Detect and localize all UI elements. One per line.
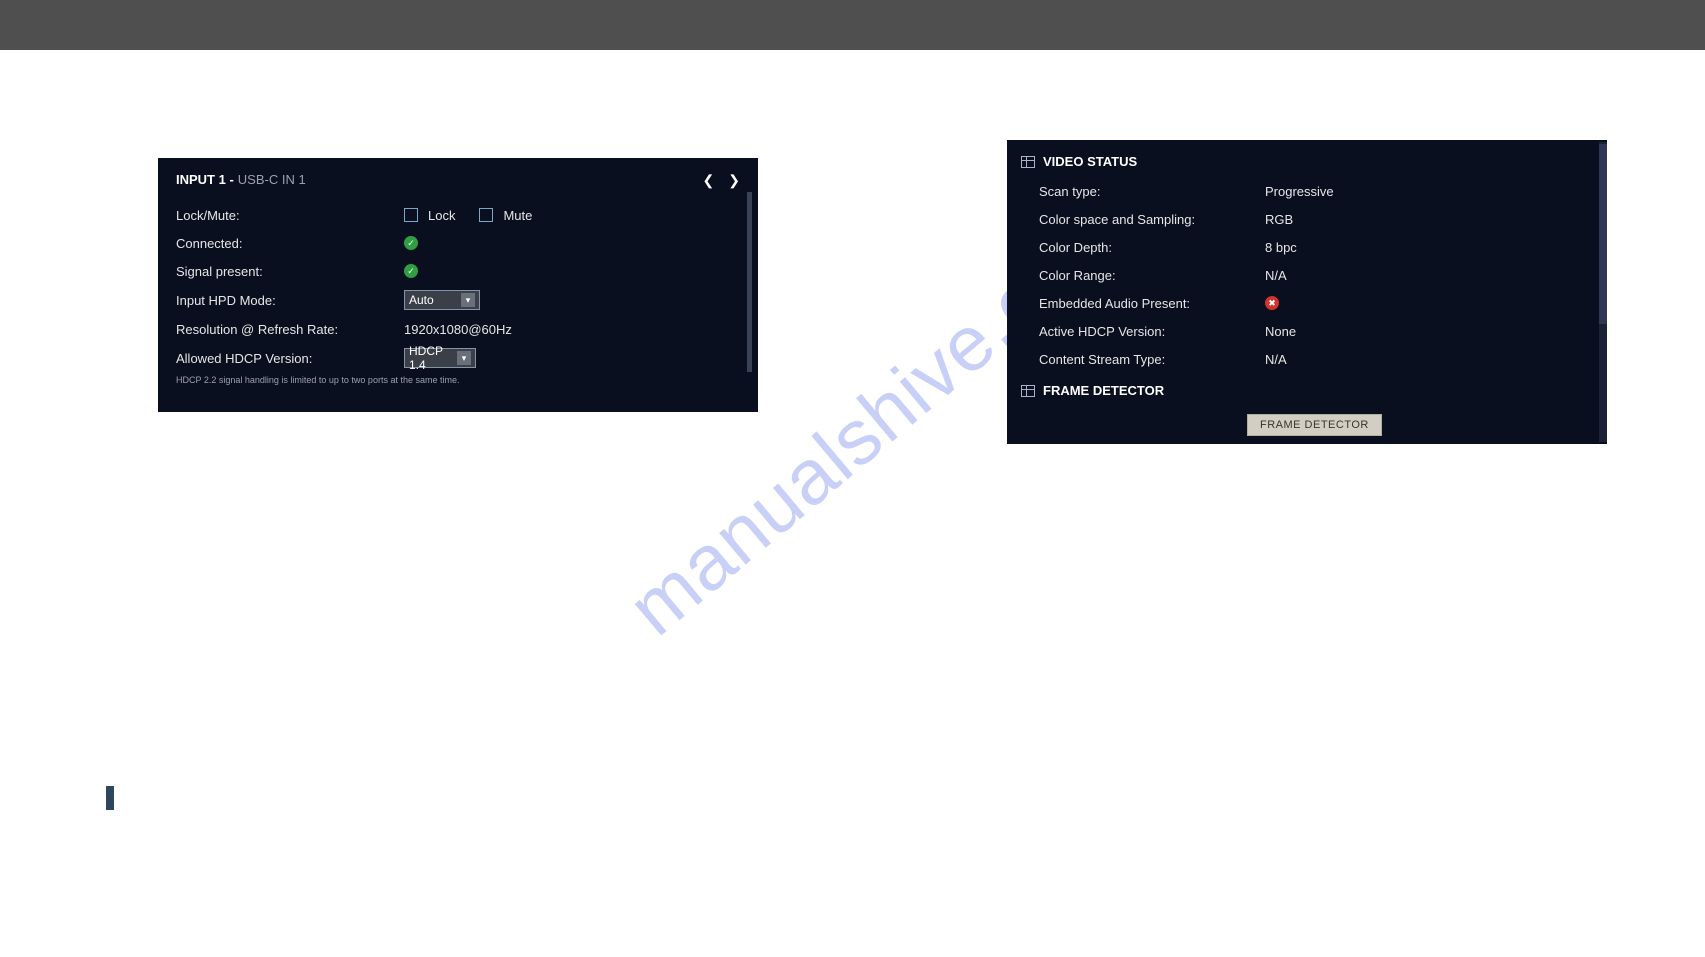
content-stream-row: Content Stream Type: N/A xyxy=(1021,345,1593,373)
embedded-audio-label: Embedded Audio Present: xyxy=(1039,296,1265,311)
input-panel: INPUT 1 - USB-C IN 1 ❮ ❯ Lock/Mute: Lock… xyxy=(158,158,758,412)
prev-input-button[interactable]: ❮ xyxy=(703,173,715,187)
scrollbar-thumb[interactable] xyxy=(1599,144,1607,324)
frame-detector-row: FRAME DETECTOR xyxy=(1247,406,1593,436)
active-hdcp-value: None xyxy=(1265,324,1296,339)
signal-row: Signal present: ✓ xyxy=(158,257,758,285)
hpd-mode-select[interactable]: Auto ▾ xyxy=(404,290,480,310)
colorrange-label: Color Range: xyxy=(1039,268,1265,283)
hdcp-label: Allowed HDCP Version: xyxy=(176,351,404,366)
top-bar xyxy=(0,0,1705,50)
video-status-title: VIDEO STATUS xyxy=(1043,154,1137,169)
frame-detector-button[interactable]: FRAME DETECTOR xyxy=(1247,414,1382,436)
embedded-audio-row: Embedded Audio Present: ✖ xyxy=(1021,289,1593,317)
colordepth-label: Color Depth: xyxy=(1039,240,1265,255)
grid-icon xyxy=(1021,156,1035,168)
hdcp-version-value: HDCP 1.4 xyxy=(409,344,453,372)
signal-label: Signal present: xyxy=(176,264,404,279)
scan-label: Scan type: xyxy=(1039,184,1265,199)
hdcp-row: Allowed HDCP Version: HDCP 1.4 ▾ xyxy=(158,343,758,373)
chevron-down-icon: ▾ xyxy=(461,293,475,307)
page-marker xyxy=(106,786,114,810)
mute-checkbox[interactable] xyxy=(479,208,493,222)
connected-label: Connected: xyxy=(176,236,404,251)
active-hdcp-label: Active HDCP Version: xyxy=(1039,324,1265,339)
hpd-row: Input HPD Mode: Auto ▾ xyxy=(158,285,758,315)
scan-value: Progressive xyxy=(1265,184,1334,199)
colordepth-value: 8 bpc xyxy=(1265,240,1297,255)
active-hdcp-row: Active HDCP Version: None xyxy=(1021,317,1593,345)
lock-checkbox-label: Lock xyxy=(428,208,455,223)
scrollbar[interactable] xyxy=(747,192,752,372)
hdcp-version-select[interactable]: HDCP 1.4 ▾ xyxy=(404,348,476,368)
colorspace-row: Color space and Sampling: RGB xyxy=(1021,205,1593,233)
hpd-mode-value: Auto xyxy=(409,293,457,307)
content-stream-value: N/A xyxy=(1265,352,1287,367)
resolution-row: Resolution @ Refresh Rate: 1920x1080@60H… xyxy=(158,315,758,343)
panel-subtitle: USB-C IN 1 xyxy=(238,172,306,187)
hdcp-footnote: HDCP 2.2 signal handling is limited to u… xyxy=(158,373,758,385)
panel-title: INPUT 1 - xyxy=(176,172,234,187)
colorspace-value: RGB xyxy=(1265,212,1293,227)
colordepth-row: Color Depth: 8 bpc xyxy=(1021,233,1593,261)
chevron-down-icon: ▾ xyxy=(457,351,471,365)
grid-icon xyxy=(1021,385,1035,397)
embedded-audio-status-icon: ✖ xyxy=(1265,296,1279,310)
scrollbar-thumb[interactable] xyxy=(747,192,752,372)
hpd-label: Input HPD Mode: xyxy=(176,293,404,308)
frame-detector-header: FRAME DETECTOR xyxy=(1021,373,1593,406)
panel-title-row: INPUT 1 - USB-C IN 1 ❮ ❯ xyxy=(158,172,758,197)
scan-row: Scan type: Progressive xyxy=(1021,177,1593,205)
resolution-value: 1920x1080@60Hz xyxy=(404,322,512,337)
frame-detector-title: FRAME DETECTOR xyxy=(1043,383,1164,398)
connected-row: Connected: ✓ xyxy=(158,229,758,257)
video-status-header: VIDEO STATUS xyxy=(1021,148,1593,177)
colorrange-row: Color Range: N/A xyxy=(1021,261,1593,289)
scrollbar[interactable] xyxy=(1599,142,1607,442)
colorrange-value: N/A xyxy=(1265,268,1287,283)
connected-status-icon: ✓ xyxy=(404,236,418,250)
video-status-panel: VIDEO STATUS Scan type: Progressive Colo… xyxy=(1007,140,1607,444)
lock-mute-label: Lock/Mute: xyxy=(176,208,404,223)
resolution-label: Resolution @ Refresh Rate: xyxy=(176,322,404,337)
lock-checkbox[interactable] xyxy=(404,208,418,222)
signal-status-icon: ✓ xyxy=(404,264,418,278)
lock-mute-row: Lock/Mute: Lock Mute xyxy=(158,201,758,229)
content-stream-label: Content Stream Type: xyxy=(1039,352,1265,367)
next-input-button[interactable]: ❯ xyxy=(728,173,740,187)
colorspace-label: Color space and Sampling: xyxy=(1039,212,1265,227)
panel-nav: ❮ ❯ xyxy=(703,173,740,187)
mute-checkbox-label: Mute xyxy=(503,208,532,223)
